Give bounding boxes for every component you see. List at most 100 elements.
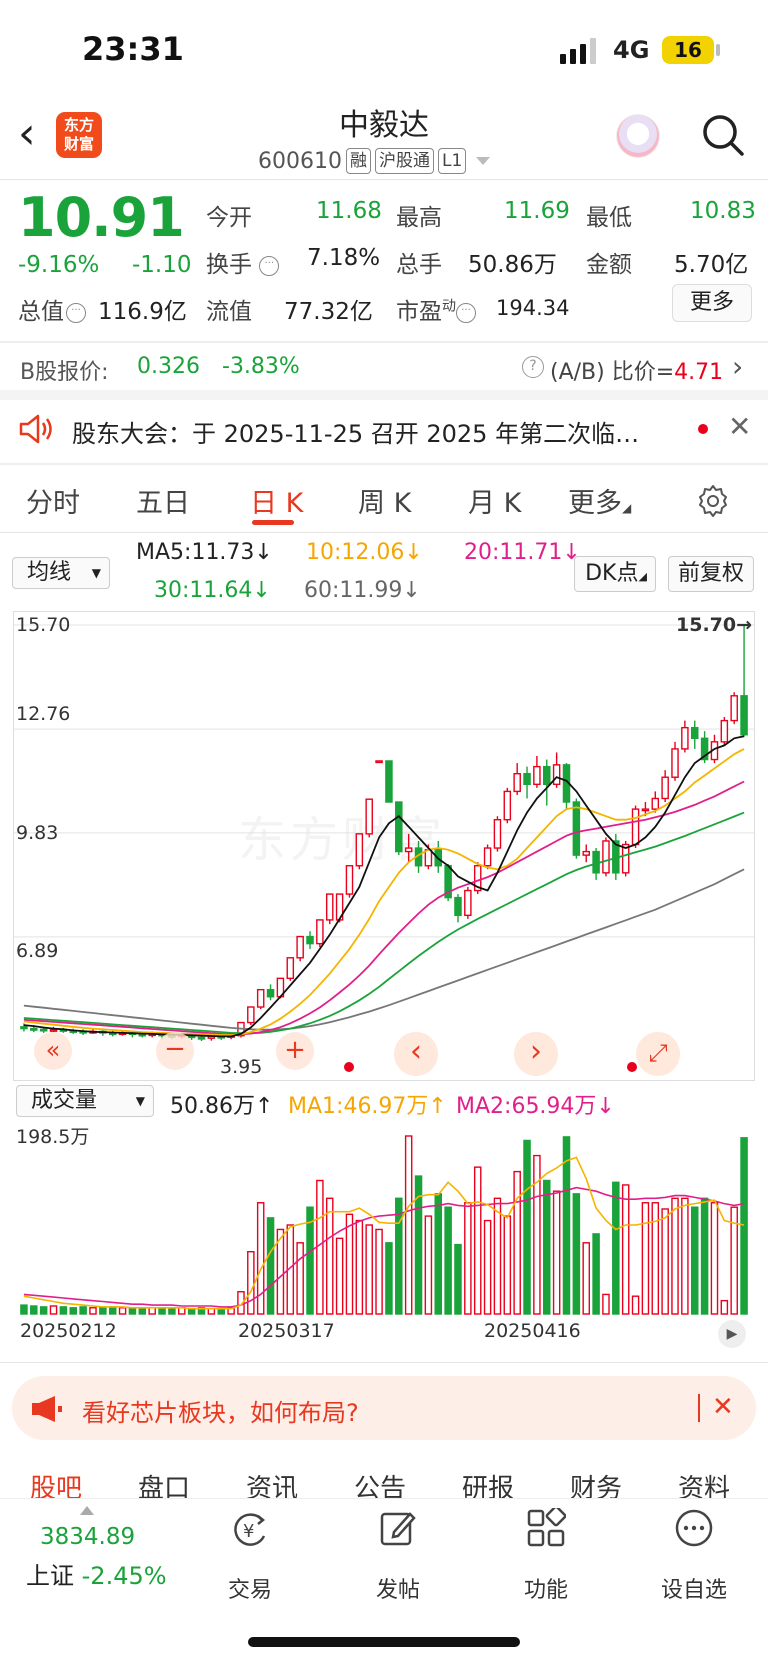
candle-body	[661, 776, 669, 800]
candle-body	[552, 764, 561, 786]
post-label[interactable]: 发帖	[353, 1572, 443, 1604]
candle-body	[720, 719, 729, 743]
candle-body	[39, 1028, 48, 1032]
volume-bar	[671, 1197, 679, 1315]
volume-bar	[365, 1224, 373, 1315]
volume-bar	[543, 1179, 551, 1315]
indicator-select[interactable]: 均线 ▼	[12, 557, 110, 589]
settings-gear-icon[interactable]	[696, 484, 730, 518]
stock-code-row[interactable]: 600610 融 沪股通 L1	[258, 148, 491, 174]
tab-5day[interactable]: 五日	[136, 481, 190, 520]
post-edit-icon[interactable]	[378, 1508, 418, 1548]
unread-dot	[698, 424, 708, 434]
volume-bar	[552, 1190, 561, 1315]
open-label: 今开	[206, 205, 252, 231]
volume-bar	[108, 1306, 117, 1315]
volume-bar	[523, 1139, 531, 1315]
candle-body	[197, 1036, 206, 1040]
function-grid-icon[interactable]	[526, 1508, 566, 1548]
add-watchlist-icon[interactable]	[674, 1508, 714, 1548]
candle-body	[681, 726, 689, 750]
divider	[698, 1394, 700, 1422]
margin-tag: 融	[345, 148, 371, 174]
divider	[0, 532, 768, 533]
y-axis-max: 15.70	[16, 614, 71, 636]
volume-bar	[562, 1136, 571, 1315]
volume-bar	[651, 1202, 660, 1315]
ab-ratio[interactable]: (A/B) 比价=4.71	[550, 354, 723, 386]
close-icon[interactable]: ✕	[728, 410, 751, 443]
index-value[interactable]: 3834.89	[40, 1524, 135, 1550]
last-price: 10.91	[18, 186, 185, 249]
volume-bar	[325, 1197, 334, 1315]
fullscreen-icon[interactable]: ⤢	[636, 1032, 680, 1076]
function-label[interactable]: 功能	[501, 1572, 591, 1604]
zoom-out-icon[interactable]: −	[156, 1032, 194, 1070]
turnover-value: 7.18%	[307, 245, 381, 271]
y-axis-3: 9.83	[16, 822, 59, 844]
y-axis-4: 6.89	[16, 940, 59, 962]
date-label: 20250317	[238, 1320, 335, 1342]
candle-body	[296, 935, 304, 959]
vol-ma1: MA1:46.97万↑	[288, 1094, 447, 1119]
vol-ma2: MA2:65.94万↓	[456, 1094, 615, 1119]
chevron-right-icon[interactable]: ›	[732, 350, 743, 383]
ma20-value: 20:11.71↓	[464, 540, 581, 565]
y-axis-2: 12.76	[16, 703, 71, 725]
volume-bar	[434, 1193, 443, 1315]
search-icon[interactable]	[700, 112, 746, 158]
volume-bar	[641, 1202, 650, 1315]
close-icon[interactable]: ✕	[712, 1392, 734, 1422]
volume-bar	[720, 1299, 729, 1315]
volume-bar	[513, 1170, 521, 1315]
tab-monthly-k[interactable]: 月 K	[468, 481, 521, 520]
volume-bar	[345, 1213, 354, 1315]
active-tab-indicator	[252, 520, 294, 525]
trade-icon[interactable]: ¥	[228, 1510, 272, 1550]
index-info[interactable]: 上证 -2.45%	[26, 1556, 167, 1591]
dk-point-button[interactable]: DK点◢	[574, 556, 656, 592]
volume-bar	[681, 1197, 689, 1315]
candle-body	[424, 849, 433, 867]
scroll-start-icon[interactable]: «	[34, 1032, 72, 1070]
vol-axis-max: 198.5万	[16, 1126, 90, 1148]
adjust-button[interactable]: 前复权	[668, 556, 754, 592]
candle-body	[395, 801, 403, 853]
dk-point-dot	[344, 1062, 354, 1072]
tab-minute[interactable]: 分时	[26, 481, 80, 520]
svg-text:¥: ¥	[243, 1521, 254, 1542]
pe-value: 194.34	[496, 296, 570, 320]
notice-text[interactable]: 股东大会：于 2025-11-25 召开 2025 年第二次临…	[72, 414, 639, 449]
promo-text[interactable]: 看好芯片板块，如何布局?	[82, 1393, 359, 1428]
volume-bar	[266, 1217, 275, 1315]
divider	[0, 179, 768, 180]
zoom-in-icon[interactable]: +	[276, 1032, 314, 1070]
kline-chart[interactable]	[13, 611, 755, 1081]
candle-body	[286, 957, 295, 980]
tab-more[interactable]: 更多◢	[568, 481, 631, 520]
volume-bar	[493, 1197, 502, 1315]
volume-bar	[602, 1293, 610, 1315]
bshare-change: -3.83%	[222, 354, 300, 379]
trade-label[interactable]: 交易	[205, 1572, 295, 1604]
help-icon[interactable]: ?	[522, 356, 544, 378]
scroll-left-icon[interactable]: ‹	[394, 1032, 438, 1076]
scroll-right-icon[interactable]: ›	[514, 1032, 558, 1076]
tab-weekly-k[interactable]: 周 K	[358, 481, 411, 520]
volume-bar	[621, 1184, 630, 1315]
volume-bar	[385, 1242, 393, 1315]
volume-chart[interactable]	[13, 1118, 755, 1316]
status-time: 23:31	[82, 30, 184, 68]
more-button[interactable]: 更多	[672, 284, 752, 322]
candle-body	[740, 695, 748, 736]
tab-daily-k[interactable]: 日 K	[250, 481, 303, 520]
chevron-down-icon	[476, 157, 491, 165]
date-label: 20250212	[20, 1320, 117, 1342]
pe-label: 市盈动 ···	[396, 292, 476, 326]
robot-assistant-icon[interactable]	[616, 114, 660, 158]
candle-body	[464, 889, 472, 917]
watchlist-label[interactable]: 设自选	[649, 1572, 739, 1604]
info-dots-icon: ···	[259, 256, 280, 276]
play-icon[interactable]: ▶	[718, 1320, 746, 1348]
volume-indicator-select[interactable]: 成交量 ▼	[16, 1085, 154, 1117]
